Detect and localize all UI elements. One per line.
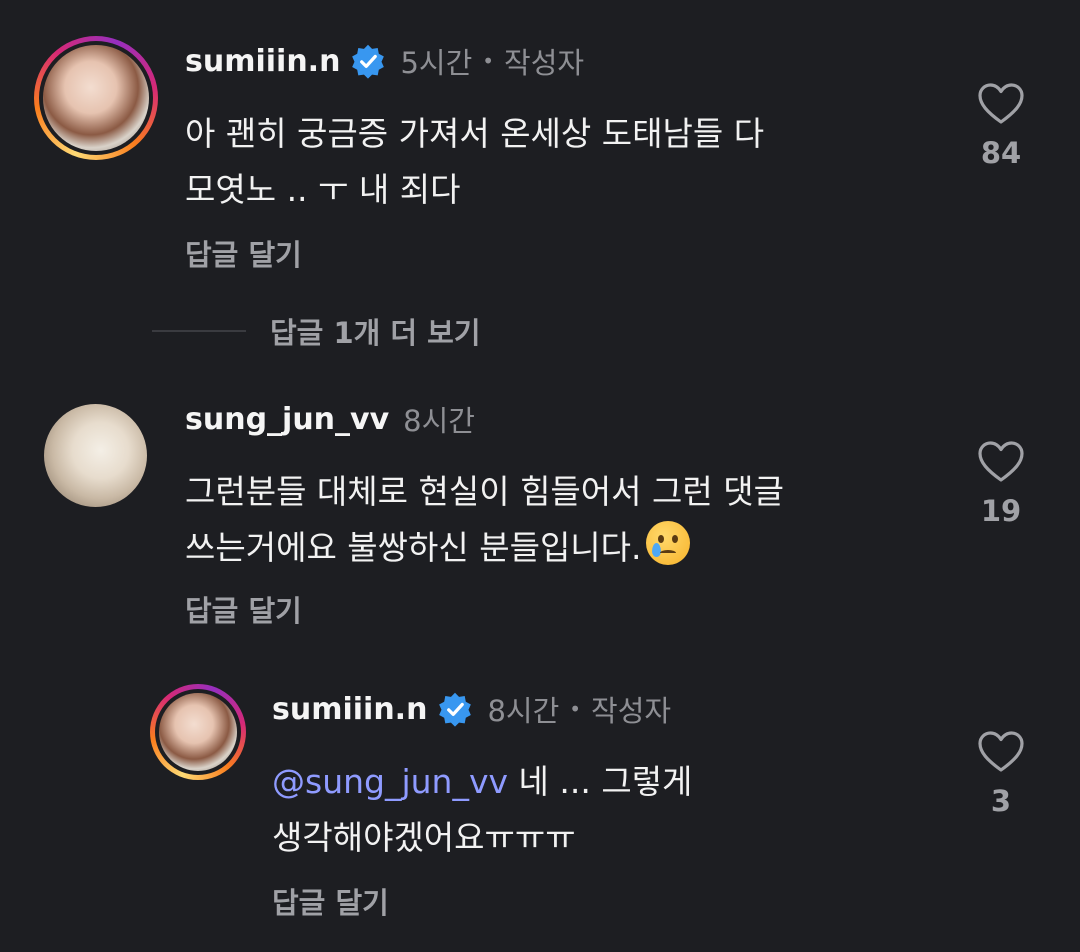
comment-text: 아 괜히 궁금증 가져서 온세상 도태남들 다 모엿노 .. ㅜ 내 죄다 — [185, 114, 765, 209]
reply-button[interactable]: 답글 달기 — [185, 232, 302, 274]
like-button[interactable]: 84 — [971, 82, 1031, 170]
heart-icon — [978, 83, 1024, 124]
like-count: 19 — [980, 494, 1022, 528]
heart-icon — [978, 441, 1024, 482]
mention-link[interactable]: @sung_jun_vv — [272, 762, 508, 801]
comment-text: 그런분들 대체로 현실이 힘들어서 그런 댓글 쓰는거에요 불쌍하신 분들입니다… — [185, 472, 784, 567]
like-button[interactable]: 19 — [971, 440, 1031, 528]
like-button[interactable]: 3 — [971, 730, 1031, 818]
timestamp: 8시간 — [403, 404, 475, 438]
avatar[interactable] — [44, 404, 147, 507]
crying-face-icon — [645, 521, 690, 565]
timestamp: 5시간 — [400, 46, 473, 80]
heart-icon — [978, 731, 1024, 772]
verified-badge-icon — [439, 692, 472, 727]
like-count: 84 — [980, 136, 1022, 170]
reply-button[interactable]: 답글 달기 — [272, 880, 389, 922]
like-count: 3 — [990, 784, 1012, 818]
avatar[interactable] — [34, 36, 158, 160]
divider — [152, 330, 246, 332]
username[interactable]: sung_jun_vv — [185, 402, 389, 437]
username[interactable]: sumiiin.n — [272, 692, 427, 727]
reply-button[interactable]: 답글 달기 — [185, 588, 302, 630]
view-more-replies-button[interactable]: 답글 1개 더 보기 — [152, 310, 481, 352]
verified-badge-icon — [352, 44, 385, 79]
author-badge: 작성자 — [591, 694, 672, 728]
avatar[interactable] — [150, 684, 246, 780]
timestamp: 8시간 — [487, 694, 560, 728]
comment-text: @sung_jun_vv 네 ... 그렇게 생각해야겠어요ㅠㅠㅠ — [272, 762, 693, 857]
author-badge: 작성자 — [504, 46, 585, 80]
username[interactable]: sumiiin.n — [185, 44, 340, 79]
